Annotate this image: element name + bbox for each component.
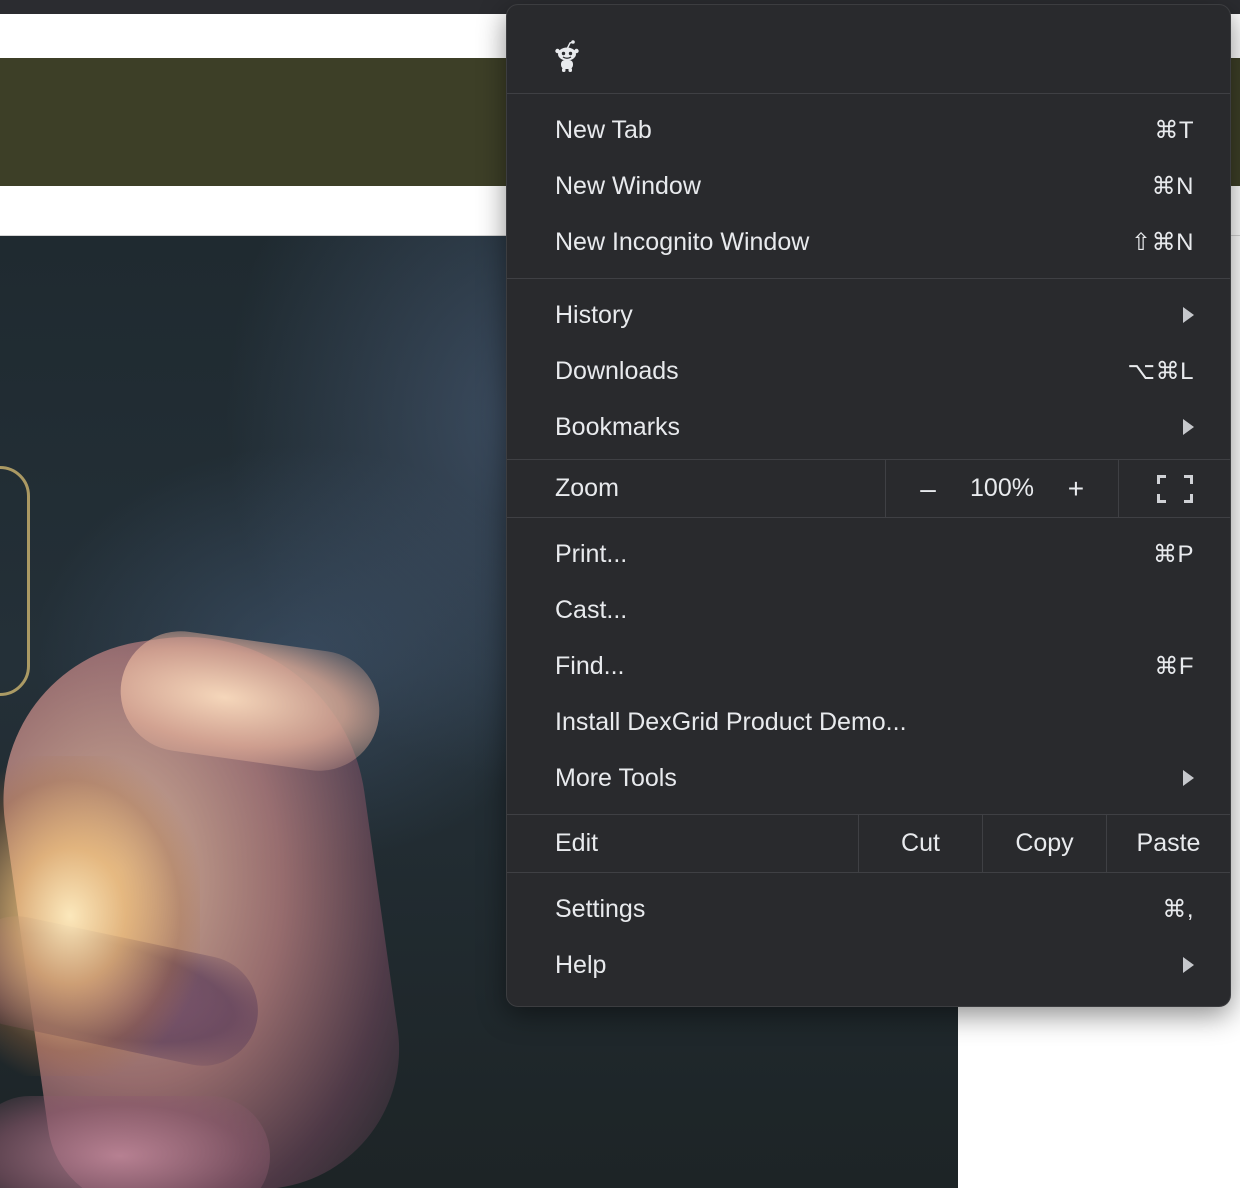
menu-item-downloads[interactable]: Downloads ⌥⌘L bbox=[507, 343, 1230, 399]
fullscreen-button[interactable] bbox=[1119, 460, 1230, 517]
menu-item-new-incognito-window[interactable]: New Incognito Window ⇧⌘N bbox=[507, 214, 1230, 270]
menu-item-label: New Incognito Window bbox=[555, 227, 810, 256]
cut-button[interactable]: Cut bbox=[859, 815, 983, 872]
menu-item-label: New Tab bbox=[555, 115, 652, 144]
menu-item-label: Bookmarks bbox=[555, 412, 681, 441]
submenu-arrow-icon bbox=[1183, 770, 1194, 786]
menu-item-label: Find... bbox=[555, 651, 625, 680]
menu-item-help[interactable]: Help bbox=[507, 937, 1230, 993]
submenu-arrow-icon bbox=[1183, 307, 1194, 323]
menu-item-label: Help bbox=[555, 950, 607, 979]
menu-item-new-tab[interactable]: New Tab ⌘T bbox=[507, 102, 1230, 158]
menu-section-navigation: History Downloads ⌥⌘L Bookmarks bbox=[507, 279, 1230, 460]
menu-item-shortcut: ⌘T bbox=[1154, 116, 1194, 144]
menu-item-new-window[interactable]: New Window ⌘N bbox=[507, 158, 1230, 214]
menu-item-shortcut: ⌘F bbox=[1154, 652, 1194, 680]
menu-item-shortcut: ⌘P bbox=[1152, 540, 1194, 568]
menu-item-label: Downloads bbox=[555, 356, 679, 385]
menu-section-tools: Print... ⌘P Cast... Find... ⌘F Install D… bbox=[507, 518, 1230, 815]
menu-item-label: Install DexGrid Product Demo... bbox=[555, 707, 907, 736]
menu-item-label: Cast... bbox=[555, 595, 628, 624]
browser-main-menu: New Tab ⌘T New Window ⌘N New Incognito W… bbox=[506, 4, 1231, 1007]
menu-item-cast[interactable]: Cast... bbox=[507, 582, 1230, 638]
menu-item-label: More Tools bbox=[555, 763, 677, 792]
zoom-controls: – 100% + bbox=[886, 460, 1119, 517]
menu-item-shortcut: ⇧⌘N bbox=[1131, 228, 1194, 256]
zoom-label: Zoom bbox=[507, 460, 886, 517]
menu-section-settings: Settings ⌘, Help bbox=[507, 873, 1230, 1001]
menu-item-shortcut: ⌘, bbox=[1162, 895, 1194, 923]
menu-edit-row: Edit Cut Copy Paste bbox=[507, 815, 1230, 873]
light-bulb-shape bbox=[0, 466, 30, 696]
edit-label: Edit bbox=[507, 815, 859, 872]
wrist-shape bbox=[0, 1096, 270, 1188]
fullscreen-icon bbox=[1156, 474, 1193, 503]
menu-item-label: New Window bbox=[555, 171, 701, 200]
menu-item-label: Settings bbox=[555, 894, 646, 923]
menu-item-label: History bbox=[555, 300, 633, 329]
paste-button[interactable]: Paste bbox=[1107, 815, 1230, 872]
copy-button[interactable]: Copy bbox=[983, 815, 1107, 872]
menu-item-print[interactable]: Print... ⌘P bbox=[507, 526, 1230, 582]
menu-zoom-row: Zoom – 100% + bbox=[507, 460, 1230, 518]
zoom-level-value: 100% bbox=[970, 474, 1034, 502]
menu-item-label: Print... bbox=[555, 539, 628, 568]
menu-item-shortcut: ⌥⌘L bbox=[1127, 357, 1194, 385]
menu-item-shortcut: ⌘N bbox=[1151, 172, 1194, 200]
menu-section-windows: New Tab ⌘T New Window ⌘N New Incognito W… bbox=[507, 94, 1230, 279]
submenu-arrow-icon bbox=[1183, 419, 1194, 435]
bulb-glow bbox=[0, 756, 200, 1076]
menu-item-install-app[interactable]: Install DexGrid Product Demo... bbox=[507, 694, 1230, 750]
menu-item-more-tools[interactable]: More Tools bbox=[507, 750, 1230, 806]
zoom-out-button[interactable]: – bbox=[916, 473, 940, 505]
menu-item-find[interactable]: Find... ⌘F bbox=[507, 638, 1230, 694]
menu-profile-header bbox=[507, 5, 1230, 94]
menu-item-settings[interactable]: Settings ⌘, bbox=[507, 881, 1230, 937]
submenu-arrow-icon bbox=[1183, 957, 1194, 973]
zoom-in-button[interactable]: + bbox=[1064, 473, 1088, 505]
reddit-alien-icon[interactable] bbox=[553, 39, 581, 73]
menu-item-history[interactable]: History bbox=[507, 287, 1230, 343]
menu-item-bookmarks[interactable]: Bookmarks bbox=[507, 399, 1230, 455]
